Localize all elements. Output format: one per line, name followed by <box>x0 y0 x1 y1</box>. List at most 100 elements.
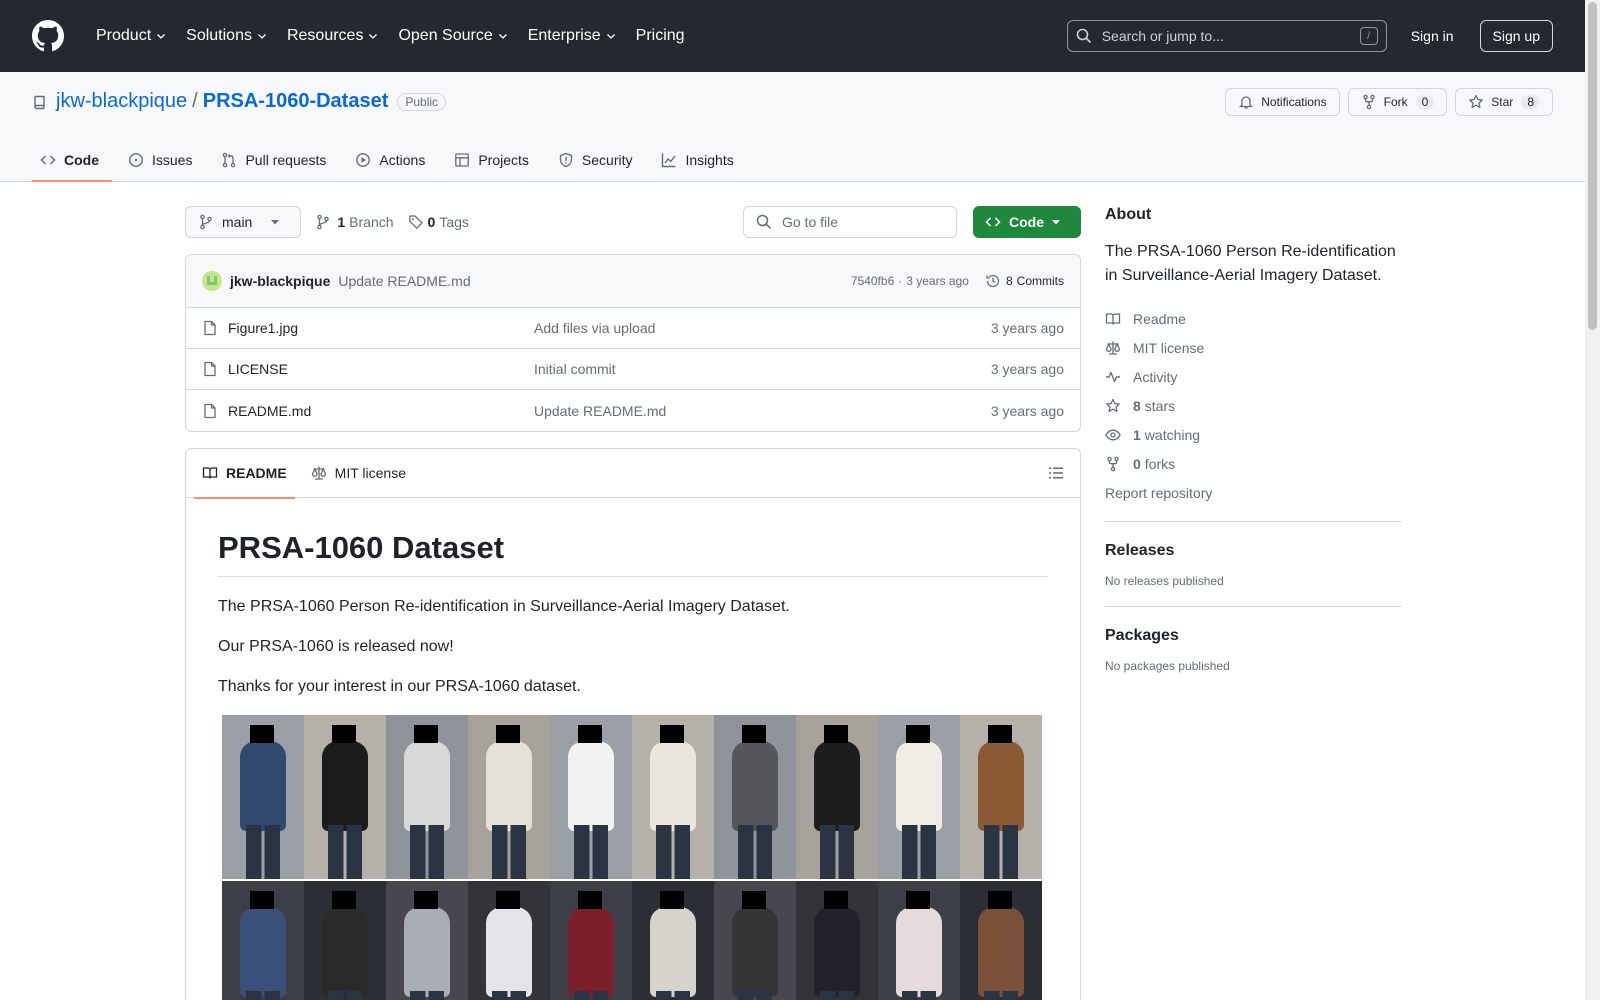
star-button[interactable]: Star 8 <box>1455 88 1553 116</box>
sidebar-link-count: 0 <box>1133 455 1141 472</box>
repo-header: jkw-blackpique / PRSA-1060-Dataset Publi… <box>0 72 1585 182</box>
file-name-link[interactable]: Figure1.jpg <box>228 320 298 336</box>
releases-heading[interactable]: Releases <box>1105 542 1402 560</box>
fork-count: 0 <box>1415 95 1435 109</box>
tab-projects[interactable]: Projects <box>446 138 542 182</box>
sidebar-link-forks[interactable]: 0 forks <box>1105 449 1402 478</box>
tab-actions[interactable]: Actions <box>347 138 438 182</box>
tags-link[interactable]: 0 Tags <box>408 214 469 230</box>
nav-item-label: Resources <box>286 27 364 44</box>
history-icon <box>986 274 1000 288</box>
sidebar-link-readme[interactable]: Readme <box>1105 304 1402 333</box>
person-crop <box>632 715 714 879</box>
tab-insights[interactable]: Insights <box>653 138 746 182</box>
sidebar-link-count: 8 <box>1133 397 1141 414</box>
nav-item-solutions[interactable]: Solutions <box>178 20 275 52</box>
packages-heading[interactable]: Packages <box>1105 627 1402 645</box>
nav-item-enterprise[interactable]: Enterprise <box>520 20 624 52</box>
branch-icon <box>317 214 330 230</box>
commit-author-link[interactable]: jkw-blackpique <box>230 273 330 289</box>
file-commit-link[interactable]: Update README.md <box>534 403 991 419</box>
commits-link[interactable]: 8 Commits <box>985 273 1064 289</box>
table-of-contents-button[interactable] <box>1040 457 1072 489</box>
tab-license[interactable]: MIT license <box>303 449 414 498</box>
pull-request-icon <box>223 152 236 168</box>
tag-count: 0 <box>427 214 436 230</box>
branch-name: main <box>222 214 253 230</box>
search-icon <box>756 214 772 230</box>
nav-item-resources[interactable]: Resources <box>279 20 386 52</box>
notifications-button[interactable]: Notifications <box>1225 88 1340 116</box>
nav-item-pricing[interactable]: Pricing <box>628 20 693 52</box>
nav-item-label: Enterprise <box>527 27 601 44</box>
file-commit-link[interactable]: Initial commit <box>534 361 991 377</box>
nav-item-label: Open Source <box>398 27 493 44</box>
tab-readme[interactable]: README <box>194 449 295 499</box>
nav-item-product[interactable]: Product <box>88 20 174 52</box>
person-crop <box>960 715 1042 879</box>
sign-in-link[interactable]: Sign in <box>1403 28 1462 44</box>
person-crop <box>386 881 468 1000</box>
dataset-figure-image <box>222 715 1042 1000</box>
file-name-link[interactable]: LICENSE <box>228 361 288 377</box>
github-logo-icon[interactable] <box>32 20 64 52</box>
law-icon <box>311 466 326 480</box>
sidebar-link-activity[interactable]: Activity <box>1105 362 1402 391</box>
code-dropdown-button[interactable]: Code <box>973 206 1081 238</box>
law-icon <box>1105 341 1121 355</box>
tab-code[interactable]: Code <box>32 138 112 182</box>
code-icon <box>40 155 56 165</box>
commit-message-link[interactable]: Update README.md <box>338 273 470 289</box>
nav-item-label: Product <box>96 27 152 44</box>
search-shortcut-hint: / <box>1359 27 1378 45</box>
caret-down-icon <box>1052 220 1060 225</box>
page-scrollbar[interactable] <box>1585 0 1600 1000</box>
avatar[interactable] <box>202 271 222 291</box>
file-name-link[interactable]: README.md <box>228 403 311 419</box>
report-repository-link[interactable]: Report repository <box>1105 478 1402 507</box>
list-icon <box>1049 467 1063 479</box>
search-input[interactable]: Search or jump to... / <box>1066 20 1387 52</box>
scrollbar-thumb[interactable] <box>1588 2 1597 330</box>
file-icon <box>204 403 216 418</box>
nav-item-open-source[interactable]: Open Source <box>390 20 515 52</box>
repo-title: jkw-blackpique / PRSA-1060-Dataset Publi… <box>32 90 447 113</box>
fork-icon <box>1107 456 1119 471</box>
sign-up-button[interactable]: Sign up <box>1479 20 1553 52</box>
tab-security[interactable]: Security <box>550 138 646 182</box>
pulse-icon <box>1106 371 1120 382</box>
file-commit-link[interactable]: Add files via upload <box>534 320 991 336</box>
person-crop <box>304 715 386 879</box>
repo-name-link[interactable]: PRSA-1060-Dataset <box>203 90 389 113</box>
tab-pull-requests[interactable]: Pull requests <box>213 138 339 182</box>
notifications-label: Notifications <box>1261 95 1327 109</box>
person-crop <box>632 881 714 1000</box>
go-to-file-input[interactable]: Go to file <box>743 206 957 238</box>
code-button-label: Code <box>1009 214 1044 230</box>
sidebar-link-stars[interactable]: 8 stars <box>1105 391 1402 420</box>
file-table: jkw-blackpique Update README.md 7540fb6 … <box>185 254 1081 432</box>
person-crop <box>796 881 878 1000</box>
commit-sha-link[interactable]: 7540fb6 <box>851 274 894 288</box>
person-crop <box>714 715 796 879</box>
fork-button[interactable]: Fork 0 <box>1347 88 1448 116</box>
person-crop <box>796 715 878 879</box>
caret-down-icon <box>271 220 280 225</box>
main-content: main 1 Branch 0 Tags Go to file Code jkw… <box>185 206 1081 1000</box>
file-icon <box>204 361 216 377</box>
sidebar-link-label: Readme <box>1133 310 1186 327</box>
file-icon <box>204 320 216 336</box>
star-label: Star <box>1491 95 1514 109</box>
shield-icon <box>559 152 573 168</box>
branch-selector[interactable]: main <box>185 206 302 238</box>
file-age: 3 years ago <box>990 320 1064 336</box>
main-nav: Product Solutions Resources Open Source Ente… <box>88 20 697 52</box>
sidebar-link-watching[interactable]: 1 watching <box>1105 420 1402 449</box>
branches-link[interactable]: 1 Branch <box>315 214 394 230</box>
sidebar-link-mit-license[interactable]: MIT license <box>1105 333 1402 362</box>
person-crop <box>468 715 550 879</box>
commits-count: 8 <box>1005 274 1013 288</box>
tab-issues[interactable]: Issues <box>120 138 205 182</box>
repo-owner-link[interactable]: jkw-blackpique <box>56 90 187 113</box>
visibility-badge: Public <box>397 92 447 111</box>
